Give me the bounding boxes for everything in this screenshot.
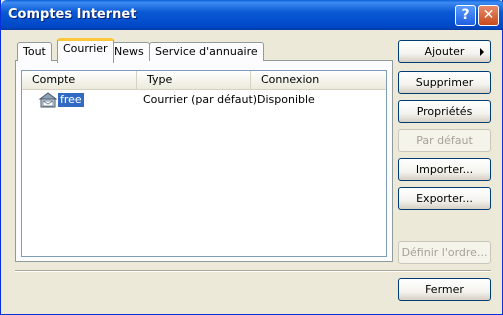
accounts-list[interactable]: Compte Type Connexion free Courrier (par…: [21, 70, 387, 257]
list-header: Compte Type Connexion: [22, 71, 386, 90]
account-connection: Disponible: [257, 93, 315, 106]
add-button-label: Ajouter: [424, 45, 465, 58]
set-default-button[interactable]: Par défaut: [398, 129, 491, 152]
import-button[interactable]: Importer...: [398, 158, 491, 181]
submenu-arrow-icon: [480, 48, 484, 56]
column-header-type[interactable]: Type: [137, 71, 251, 89]
mail-account-icon: [38, 92, 58, 108]
window-title: Comptes Internet: [8, 7, 137, 22]
column-header-account[interactable]: Compte: [22, 71, 137, 89]
close-window-button[interactable]: ✕: [478, 5, 499, 26]
add-button[interactable]: Ajouter: [398, 40, 491, 63]
help-button[interactable]: ?: [455, 5, 476, 26]
properties-button[interactable]: Propriétés: [398, 100, 491, 123]
tab-directory-service[interactable]: Service d'annuaire: [149, 42, 264, 61]
tab-mail[interactable]: Courrier: [57, 38, 114, 63]
list-item[interactable]: free Courrier (par défaut) Disponible: [22, 91, 386, 109]
remove-button[interactable]: Supprimer: [398, 71, 491, 94]
account-name[interactable]: free: [57, 92, 85, 108]
column-header-connection[interactable]: Connexion: [251, 71, 386, 89]
internet-accounts-dialog: Comptes Internet ? ✕ Tout Courrier News …: [0, 0, 503, 315]
close-button[interactable]: Fermer: [398, 278, 491, 301]
set-order-button[interactable]: Définir l'ordre...: [398, 241, 491, 264]
title-bar[interactable]: Comptes Internet ? ✕: [1, 0, 503, 30]
tab-all[interactable]: Tout: [17, 42, 52, 61]
account-type: Courrier (par défaut): [143, 93, 258, 106]
separator: [15, 270, 491, 272]
help-icon: ?: [461, 7, 470, 23]
tab-news[interactable]: News: [108, 42, 150, 61]
export-button[interactable]: Exporter...: [398, 187, 491, 210]
close-icon: ✕: [482, 7, 495, 23]
